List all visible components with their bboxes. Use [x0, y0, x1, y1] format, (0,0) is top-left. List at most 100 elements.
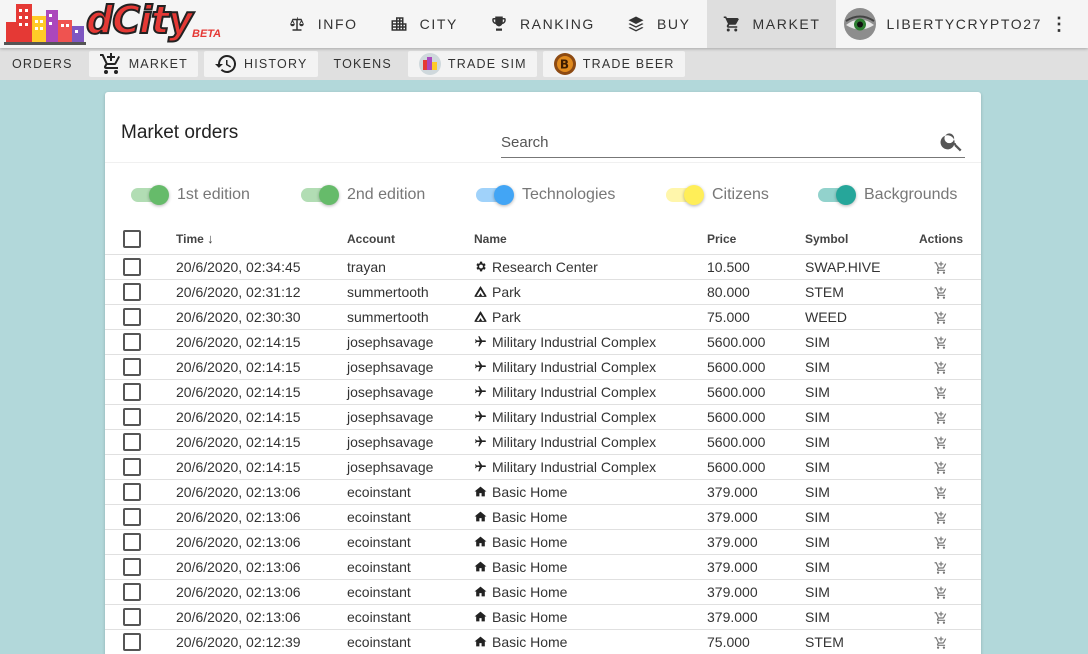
table-row[interactable]: 20/6/2020, 02:13:06 ecoinstant Basic Home 3… [105, 529, 981, 555]
cell-account[interactable]: ecoinstant [347, 629, 474, 654]
table-row[interactable]: 20/6/2020, 02:13:06 ecoinstant Basic Home 3… [105, 504, 981, 530]
toggle-switch[interactable] [818, 185, 856, 205]
nav-city[interactable]: CITY [374, 0, 474, 48]
toggle-switch[interactable] [476, 185, 514, 205]
subnav-market[interactable]: MARKET [88, 51, 198, 77]
cell-account[interactable]: josephsavage [347, 429, 474, 455]
buy-cart-icon[interactable] [934, 636, 948, 650]
cell-account[interactable]: ecoinstant [347, 579, 474, 605]
buy-cart-icon[interactable] [934, 336, 948, 350]
cell-account[interactable]: ecoinstant [347, 504, 474, 530]
row-checkbox[interactable] [123, 307, 141, 326]
gear-icon [474, 260, 487, 273]
buy-cart-icon[interactable] [934, 436, 948, 450]
row-checkbox[interactable] [123, 457, 141, 476]
row-checkbox[interactable] [123, 582, 141, 601]
row-checkbox[interactable] [123, 482, 141, 501]
buy-cart-icon[interactable] [934, 386, 948, 400]
cell-account[interactable]: trayan [347, 254, 474, 280]
buy-cart-icon[interactable] [934, 536, 948, 550]
row-checkbox[interactable] [123, 382, 141, 401]
table-row[interactable]: 20/6/2020, 02:34:45 trayan Research Center… [105, 254, 981, 280]
buy-cart-icon[interactable] [934, 461, 948, 475]
buy-cart-icon[interactable] [934, 361, 948, 375]
cell-account[interactable]: josephsavage [347, 454, 474, 480]
nav-market[interactable]: MARKET [706, 0, 837, 48]
buy-cart-icon[interactable] [934, 586, 948, 600]
nav-ranking[interactable]: RANKING [474, 0, 611, 48]
row-checkbox[interactable] [123, 532, 141, 551]
filter-backgrounds[interactable]: Backgrounds [818, 180, 957, 210]
buy-cart-icon[interactable] [934, 611, 948, 625]
cell-account[interactable]: josephsavage [347, 329, 474, 355]
row-checkbox[interactable] [123, 632, 141, 651]
table-row[interactable]: 20/6/2020, 02:31:12 summertooth Park 80.000… [105, 279, 981, 305]
cell-symbol: SIM [805, 579, 901, 605]
dcity-logo[interactable]: dCity BETA [4, 0, 229, 46]
filter-citizens[interactable]: Citizens [666, 180, 769, 210]
subnav-tokens[interactable]: TOKENS [324, 51, 402, 77]
buy-cart-icon[interactable] [934, 286, 948, 300]
buy-cart-icon[interactable] [934, 561, 948, 575]
filter-2nd-edition[interactable]: 2nd edition [301, 180, 425, 210]
table-row[interactable]: 20/6/2020, 02:13:06 ecoinstant Basic Home 3… [105, 604, 981, 630]
col-account[interactable]: Account [347, 224, 474, 255]
col-time[interactable]: Time ↓ [176, 224, 347, 255]
select-all-checkbox[interactable] [123, 229, 141, 248]
row-checkbox[interactable] [123, 332, 141, 351]
subnav-history[interactable]: HISTORY [203, 51, 318, 77]
cell-price: 379.000 [707, 529, 805, 555]
table-row[interactable]: 20/6/2020, 02:13:06 ecoinstant Basic Home 3… [105, 479, 981, 505]
nav-buy[interactable]: BUY [611, 0, 707, 48]
row-checkbox[interactable] [123, 407, 141, 426]
cell-account[interactable]: summertooth [347, 304, 474, 330]
table-row[interactable]: 20/6/2020, 02:13:06 ecoinstant Basic Home 3… [105, 579, 981, 605]
row-checkbox[interactable] [123, 507, 141, 526]
row-checkbox[interactable] [123, 607, 141, 626]
filter-technologies[interactable]: Technologies [476, 180, 615, 210]
subnav-orders[interactable]: ORDERS [2, 51, 83, 77]
buy-cart-icon[interactable] [934, 411, 948, 425]
cell-account[interactable]: ecoinstant [347, 529, 474, 555]
buy-cart-icon[interactable] [934, 511, 948, 525]
buy-cart-icon[interactable] [934, 311, 948, 325]
more-vert-icon[interactable]: ⋮ [1050, 14, 1068, 35]
filter-1st-edition[interactable]: 1st edition [131, 180, 250, 210]
subnav-trade-beer[interactable]: B TRADE BEER [542, 51, 685, 77]
row-checkbox[interactable] [123, 557, 141, 576]
cell-account[interactable]: summertooth [347, 279, 474, 305]
col-price[interactable]: Price [707, 224, 805, 255]
table-row[interactable]: 20/6/2020, 02:14:15 josephsavage Military … [105, 354, 981, 380]
row-checkbox[interactable] [123, 282, 141, 301]
buy-cart-icon[interactable] [934, 261, 948, 275]
buy-cart-icon[interactable] [934, 486, 948, 500]
toggle-switch[interactable] [666, 185, 704, 205]
table-row[interactable]: 20/6/2020, 02:30:30 summertooth Park 75.000… [105, 304, 981, 330]
cell-time: 20/6/2020, 02:13:06 [176, 529, 347, 555]
toggle-switch[interactable] [131, 185, 169, 205]
row-checkbox[interactable] [123, 257, 141, 276]
subnav-trade-sim[interactable]: TRADE SIM [407, 51, 537, 77]
cell-account[interactable]: ecoinstant [347, 604, 474, 630]
search-icon[interactable] [939, 128, 965, 154]
col-name[interactable]: Name [474, 224, 707, 255]
table-row[interactable]: 20/6/2020, 02:14:15 josephsavage Military … [105, 404, 981, 430]
toggle-switch[interactable] [301, 185, 339, 205]
cell-account[interactable]: ecoinstant [347, 479, 474, 505]
search-input[interactable] [501, 128, 921, 156]
table-row[interactable]: 20/6/2020, 02:12:39 ecoinstant Basic Home 7… [105, 629, 981, 654]
table-row[interactable]: 20/6/2020, 02:14:15 josephsavage Military … [105, 429, 981, 455]
table-row[interactable]: 20/6/2020, 02:14:15 josephsavage Military … [105, 379, 981, 405]
nav-info[interactable]: INFO [272, 0, 374, 48]
col-symbol[interactable]: Symbol [805, 224, 901, 255]
row-checkbox[interactable] [123, 357, 141, 376]
cell-account[interactable]: josephsavage [347, 354, 474, 380]
table-row[interactable]: 20/6/2020, 02:14:15 josephsavage Military … [105, 329, 981, 355]
table-row[interactable]: 20/6/2020, 02:13:06 ecoinstant Basic Home 3… [105, 554, 981, 580]
cell-account[interactable]: josephsavage [347, 379, 474, 405]
row-checkbox[interactable] [123, 432, 141, 451]
cell-account[interactable]: josephsavage [347, 404, 474, 430]
table-row[interactable]: 20/6/2020, 02:14:15 josephsavage Military … [105, 454, 981, 480]
user-menu[interactable]: LIBERTYCRYPTO27 ⋮ [836, 0, 1088, 48]
cell-account[interactable]: ecoinstant [347, 554, 474, 580]
